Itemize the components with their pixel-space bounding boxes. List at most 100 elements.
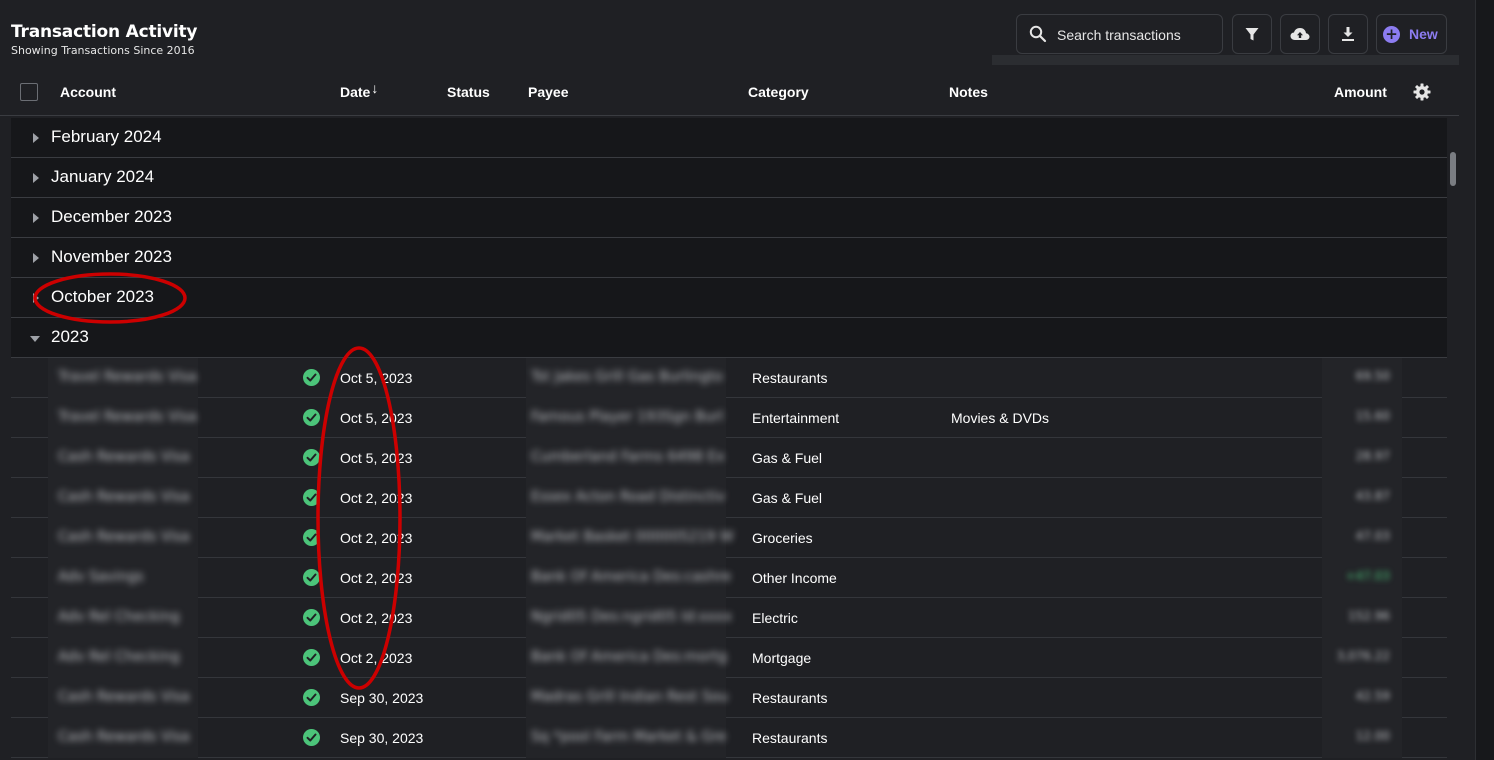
account-cell[interactable]: Cash Rewards Visa	[48, 718, 198, 758]
column-header-account[interactable]: Account	[60, 84, 116, 100]
month-group-row[interactable]: January 2024	[11, 158, 1447, 198]
category-cell[interactable]: Entertainment	[752, 410, 839, 426]
amount-cell[interactable]: 43.87	[1322, 478, 1402, 518]
column-header-amount[interactable]: Amount	[1334, 84, 1387, 100]
payee-cell[interactable]: Tst Jakes Grill Gas Burlingto	[526, 358, 726, 398]
search-input[interactable]: Search transactions	[1016, 14, 1223, 54]
select-all-checkbox[interactable]	[20, 83, 38, 101]
amount-cell[interactable]: 152.96	[1322, 598, 1402, 638]
month-group-row[interactable]: December 2023	[11, 198, 1447, 238]
month-group-row[interactable]: February 2024	[11, 118, 1447, 158]
account-cell[interactable]: Travel Rewards Visa	[48, 358, 198, 398]
caret-right-icon[interactable]	[33, 213, 39, 223]
payee-name: Tst Jakes Grill Gas Burlingto	[531, 369, 723, 385]
date-cell[interactable]: Sep 30, 2023	[340, 730, 423, 746]
account-cell[interactable]: Adv Rel Checking	[48, 638, 198, 678]
status-cleared-icon[interactable]	[303, 609, 320, 626]
account-cell[interactable]: Cash Rewards Visa	[48, 518, 198, 558]
status-cleared-icon[interactable]	[303, 449, 320, 466]
filter-button[interactable]	[1232, 14, 1272, 54]
category-cell[interactable]: Gas & Fuel	[752, 490, 822, 506]
account-cell[interactable]: Adv Rel Checking	[48, 598, 198, 638]
table-row[interactable]: Cash Rewards Visa Sep 30, 2023 Sq *pool Fa…	[11, 718, 1447, 758]
date-cell[interactable]: Oct 5, 2023	[340, 370, 412, 386]
caret-right-icon[interactable]	[33, 293, 39, 303]
amount-cell[interactable]: 28.97	[1322, 438, 1402, 478]
notes-cell[interactable]: Movies & DVDs	[951, 410, 1049, 426]
amount-cell[interactable]: 69.50	[1322, 358, 1402, 398]
amount-cell[interactable]: 15.60	[1322, 398, 1402, 438]
date-cell[interactable]: Oct 2, 2023	[340, 610, 412, 626]
status-cleared-icon[interactable]	[303, 529, 320, 546]
month-group-row[interactable]: October 2023	[11, 278, 1447, 318]
account-cell[interactable]: Cash Rewards Visa	[48, 478, 198, 518]
table-row[interactable]: Travel Rewards Visa Oct 5, 2023 Tst Jakes …	[11, 358, 1447, 398]
status-cleared-icon[interactable]	[303, 489, 320, 506]
month-group-row[interactable]: 2023	[11, 318, 1447, 358]
caret-right-icon[interactable]	[33, 253, 39, 263]
upload-button[interactable]	[1280, 14, 1320, 54]
download-button[interactable]	[1328, 14, 1368, 54]
category-cell[interactable]: Electric	[752, 610, 798, 626]
date-cell[interactable]: Oct 2, 2023	[340, 490, 412, 506]
new-transaction-button[interactable]: + New	[1376, 14, 1447, 54]
account-cell[interactable]: Cash Rewards Visa	[48, 438, 198, 478]
table-row[interactable]: Adv Rel Checking Oct 2, 2023 Bank Of Ameri…	[11, 638, 1447, 678]
category-cell[interactable]: Restaurants	[752, 370, 827, 386]
account-cell[interactable]: Adv Savings	[48, 558, 198, 598]
amount-cell[interactable]: 42.59	[1322, 678, 1402, 718]
payee-cell[interactable]: Cumberland Farms 6498 Ex	[526, 438, 726, 478]
column-header-notes[interactable]: Notes	[949, 84, 988, 100]
category-cell[interactable]: Gas & Fuel	[752, 450, 822, 466]
status-cleared-icon[interactable]	[303, 409, 320, 426]
payee-cell[interactable]: Market Basket 000005219 W	[526, 518, 734, 558]
column-header-category[interactable]: Category	[748, 84, 809, 100]
gear-icon[interactable]	[1412, 82, 1432, 102]
status-cleared-icon[interactable]	[303, 689, 320, 706]
table-row[interactable]: Cash Rewards Visa Oct 5, 2023 Cumberland F…	[11, 438, 1447, 478]
category-cell[interactable]: Restaurants	[752, 690, 827, 706]
date-cell[interactable]: Oct 5, 2023	[340, 450, 412, 466]
table-row[interactable]: Cash Rewards Visa Oct 2, 2023 Essex Acton …	[11, 478, 1447, 518]
category-cell[interactable]: Mortgage	[752, 650, 811, 666]
caret-right-icon[interactable]	[33, 173, 39, 183]
payee-cell[interactable]: Sq *pool Farm Market & Gre	[526, 718, 726, 758]
column-header-date[interactable]: Date↓	[340, 80, 378, 100]
scrollbar[interactable]	[1448, 118, 1459, 760]
category-cell[interactable]: Restaurants	[752, 730, 827, 746]
table-row[interactable]: Cash Rewards Visa Oct 2, 2023 Market Baske…	[11, 518, 1447, 558]
status-cleared-icon[interactable]	[303, 369, 320, 386]
date-cell[interactable]: Sep 30, 2023	[340, 690, 423, 706]
date-cell[interactable]: Oct 5, 2023	[340, 410, 412, 426]
table-row[interactable]: Adv Rel Checking Oct 2, 2023 Ngrid05 Des:n…	[11, 598, 1447, 638]
amount-cell[interactable]: 47.03	[1322, 518, 1402, 558]
status-cleared-icon[interactable]	[303, 649, 320, 666]
month-group-row[interactable]: November 2023	[11, 238, 1447, 278]
account-cell[interactable]: Travel Rewards Visa	[48, 398, 198, 438]
payee-cell[interactable]: Essex Acton Road Distinctiv	[526, 478, 726, 518]
payee-cell[interactable]: Bank Of America Des:mortg	[526, 638, 727, 678]
date-cell[interactable]: Oct 2, 2023	[340, 650, 412, 666]
caret-down-icon[interactable]	[30, 336, 40, 342]
status-cleared-icon[interactable]	[303, 569, 320, 586]
status-cleared-icon[interactable]	[303, 729, 320, 746]
caret-right-icon[interactable]	[33, 133, 39, 143]
amount-cell[interactable]: 12.00	[1322, 718, 1402, 758]
amount-cell[interactable]: 3,076.22	[1322, 638, 1402, 678]
payee-cell[interactable]: Bank Of America Des:cashre	[526, 558, 731, 598]
column-header-status[interactable]: Status	[447, 84, 490, 100]
payee-cell[interactable]: Madras Grill Indian Rest Sou	[526, 678, 728, 718]
date-cell[interactable]: Oct 2, 2023	[340, 530, 412, 546]
category-cell[interactable]: Groceries	[752, 530, 813, 546]
table-row[interactable]: Travel Rewards Visa Oct 5, 2023 Famous Pla…	[11, 398, 1447, 438]
account-cell[interactable]: Cash Rewards Visa	[48, 678, 198, 718]
column-header-payee[interactable]: Payee	[528, 84, 568, 100]
table-row[interactable]: Adv Savings Oct 2, 2023 Bank Of America De…	[11, 558, 1447, 598]
scrollbar-thumb[interactable]	[1450, 152, 1456, 186]
date-cell[interactable]: Oct 2, 2023	[340, 570, 412, 586]
payee-cell[interactable]: Famous Player 193Sgn Burl	[526, 398, 726, 438]
table-row[interactable]: Cash Rewards Visa Sep 30, 2023 Madras Gril…	[11, 678, 1447, 718]
payee-cell[interactable]: Ngrid05 Des:ngrid05 Id:xxxx	[526, 598, 732, 638]
amount-cell[interactable]: +47.03	[1322, 558, 1402, 598]
category-cell[interactable]: Other Income	[752, 570, 837, 586]
